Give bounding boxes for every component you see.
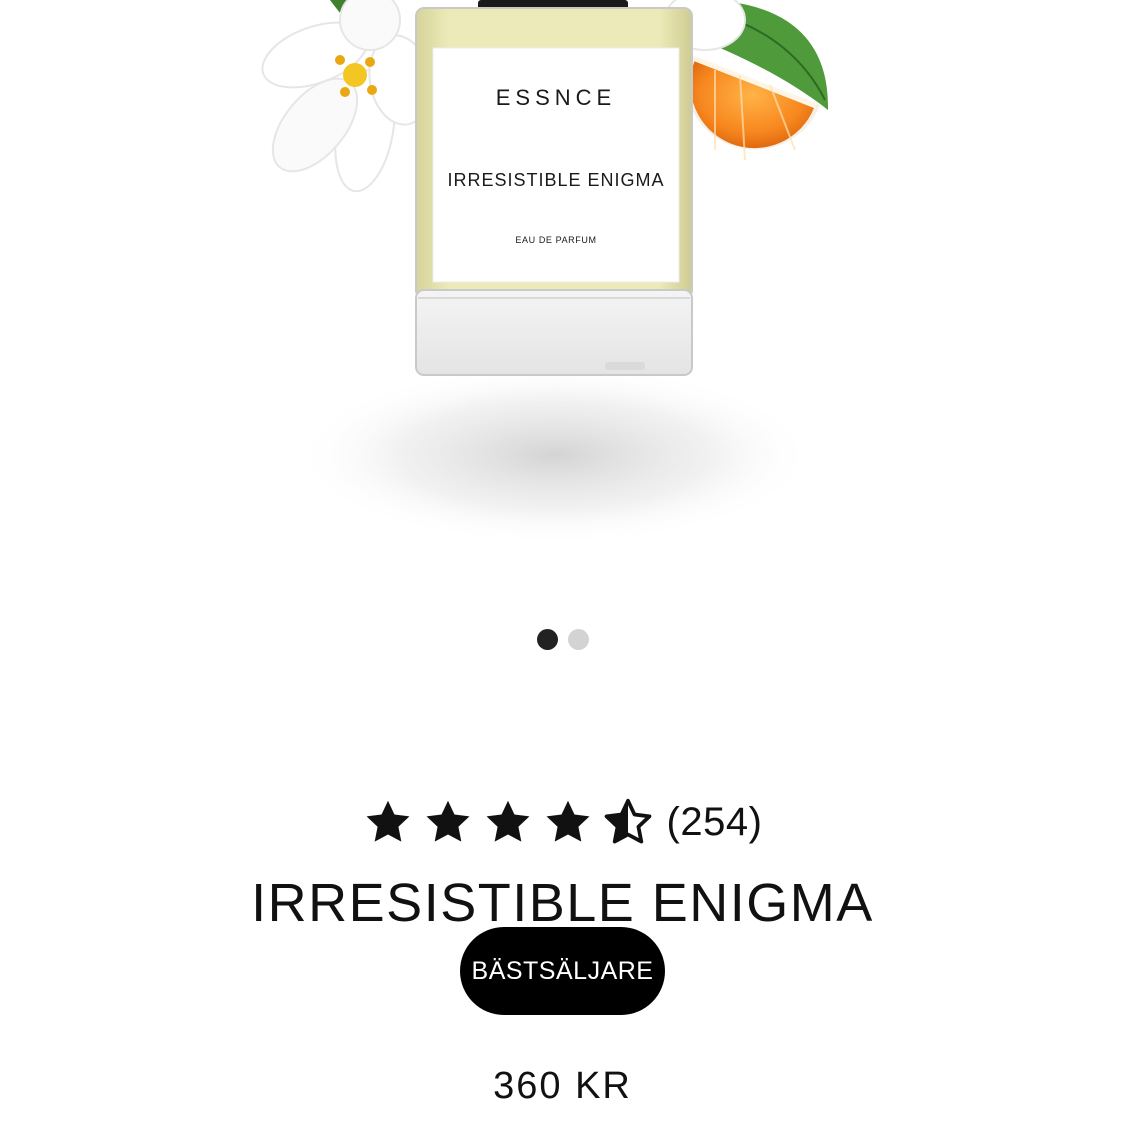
star-filled-icon [486, 800, 530, 842]
rating-stars [363, 797, 653, 847]
carousel-dot-1[interactable] [536, 629, 558, 650]
bottle-label-type: EAU DE PARFUM [515, 235, 597, 245]
review-count[interactable]: (254) [667, 800, 763, 845]
bestseller-badge: BÄSTSÄLJARE [460, 927, 665, 1015]
product-price: 360 KR [493, 1065, 632, 1107]
carousel-indicator [0, 629, 1125, 650]
star-filled-icon [546, 800, 590, 842]
star-filled-icon [426, 800, 470, 842]
star-filled-icon [366, 800, 410, 842]
bottle-label-brand: ESSNCE [495, 85, 617, 110]
carousel-dot-2[interactable] [567, 629, 589, 650]
product-hero-image[interactable]: ESSNCE IRRESISTIBLE ENIGMA EAU DE PARFUM [0, 0, 1125, 600]
product-rating[interactable]: (254) [0, 797, 1125, 847]
product-title: IRRESISTIBLE ENIGMA [251, 873, 874, 933]
flower-icon [261, 0, 432, 193]
bottle-label-name: IRRESISTIBLE ENIGMA [447, 170, 665, 190]
star-half-icon [604, 798, 651, 844]
